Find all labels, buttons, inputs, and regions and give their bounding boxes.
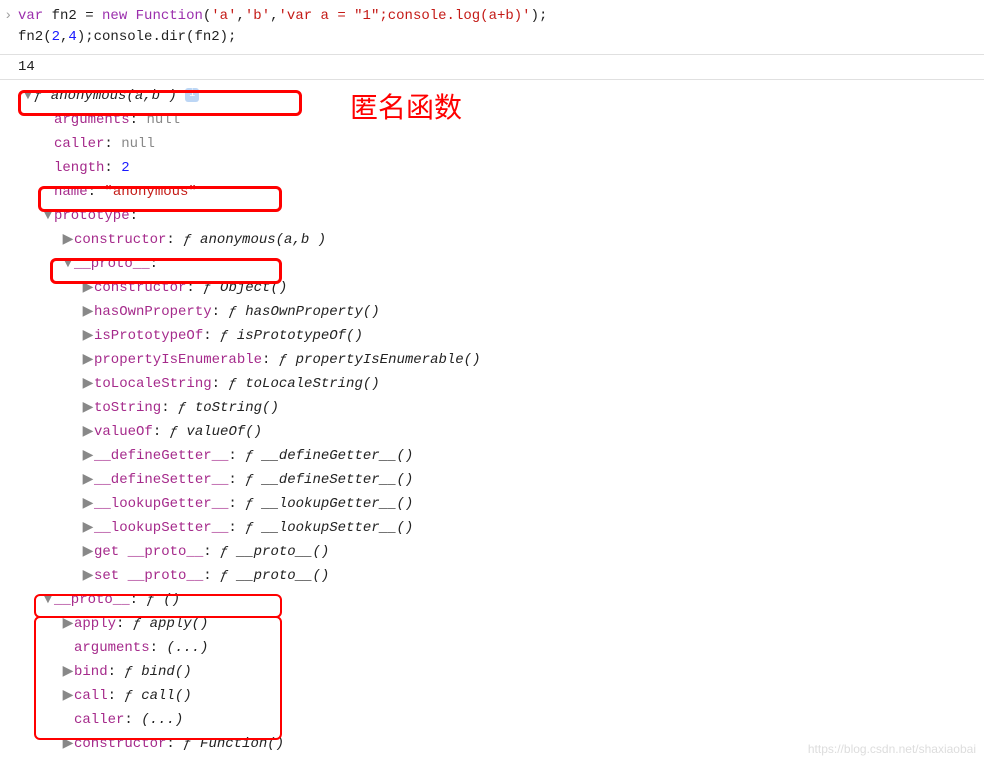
console-output: 14 [0,55,984,80]
collapse-arrow-icon[interactable]: ▶ [82,492,94,516]
tree-item[interactable]: ▶propertyIsEnumerable: ƒ propertyIsEnume… [18,348,976,372]
collapse-arrow-icon[interactable]: ▶ [62,612,74,636]
tree-item[interactable]: ▶valueOf: ƒ valueOf() [18,420,976,444]
expand-arrow-icon[interactable]: ▼ [62,252,74,276]
prop-proto2[interactable]: ▼__proto__: ƒ () [18,588,976,612]
tree-item[interactable]: ▶isPrototypeOf: ƒ isPrototypeOf() [18,324,976,348]
collapse-arrow-icon[interactable]: ▶ [82,444,94,468]
collapse-arrow-icon[interactable]: ▶ [82,564,94,588]
collapse-arrow-icon[interactable]: ▶ [62,660,74,684]
prop-arguments[interactable]: arguments: null [18,108,976,132]
tree-item[interactable]: ▶toString: ƒ toString() [18,396,976,420]
tree-item[interactable]: ▶__lookupSetter__: ƒ __lookupSetter__() [18,516,976,540]
tree-item[interactable]: ▶hasOwnProperty: ƒ hasOwnProperty() [18,300,976,324]
collapse-arrow-icon[interactable]: ▶ [82,396,94,420]
prompt-icon: › [4,6,12,27]
prop-caller[interactable]: caller: null [18,132,976,156]
tree-item[interactable]: ▶__defineGetter__: ƒ __defineGetter__() [18,444,976,468]
collapse-arrow-icon[interactable]: ▶ [82,420,94,444]
tree-item[interactable]: ▶set __proto__: ƒ __proto__() [18,564,976,588]
prop-name[interactable]: name: "anonymous" [18,180,976,204]
tree-root[interactable]: ▼ƒ anonymous(a,b ) i [18,84,976,108]
tree-item[interactable]: ▶toLocaleString: ƒ toLocaleString() [18,372,976,396]
prop-prototype[interactable]: ▼prototype: [18,204,976,228]
collapse-arrow-icon[interactable]: ▶ [82,372,94,396]
tree-item[interactable]: arguments: (...) [18,636,976,660]
tree-item[interactable]: ▶call: ƒ call() [18,684,976,708]
prop-constructor[interactable]: ▶constructor: ƒ anonymous(a,b ) [18,228,976,252]
collapse-arrow-icon[interactable]: ▶ [82,300,94,324]
tree-item[interactable]: caller: (...) [18,708,976,732]
tree-item[interactable]: ▶constructor: ƒ Object() [18,276,976,300]
tree-item[interactable]: ▶__defineSetter__: ƒ __defineSetter__() [18,468,976,492]
info-icon[interactable]: i [185,88,199,102]
tree-item[interactable]: ▶bind: ƒ bind() [18,660,976,684]
watermark: https://blog.csdn.net/shaxiaobai [808,742,976,756]
collapse-arrow-icon[interactable]: ▶ [82,348,94,372]
collapse-arrow-icon[interactable]: ▶ [82,516,94,540]
collapse-arrow-icon[interactable]: ▶ [82,276,94,300]
annotation-label: 匿名函数 [350,86,462,126]
tree-item[interactable]: ▶get __proto__: ƒ __proto__() [18,540,976,564]
collapse-arrow-icon[interactable]: ▶ [82,540,94,564]
collapse-arrow-icon[interactable]: ▶ [62,228,74,252]
tree-item[interactable]: ▶apply: ƒ apply() [18,612,976,636]
object-tree: ▼ƒ anonymous(a,b ) i arguments: null cal… [0,80,984,760]
expand-arrow-icon[interactable]: ▼ [42,588,54,612]
collapse-arrow-icon[interactable]: ▶ [82,468,94,492]
console-input: › var fn2 = new Function('a','b','var a … [0,0,984,55]
collapse-arrow-icon[interactable]: ▶ [82,324,94,348]
expand-arrow-icon[interactable]: ▼ [22,84,34,108]
prop-length[interactable]: length: 2 [18,156,976,180]
collapse-arrow-icon[interactable]: ▶ [62,732,74,756]
collapse-arrow-icon[interactable]: ▶ [62,684,74,708]
prop-proto[interactable]: ▼__proto__: [18,252,976,276]
tree-item[interactable]: ▶__lookupGetter__: ƒ __lookupGetter__() [18,492,976,516]
expand-arrow-icon[interactable]: ▼ [42,204,54,228]
